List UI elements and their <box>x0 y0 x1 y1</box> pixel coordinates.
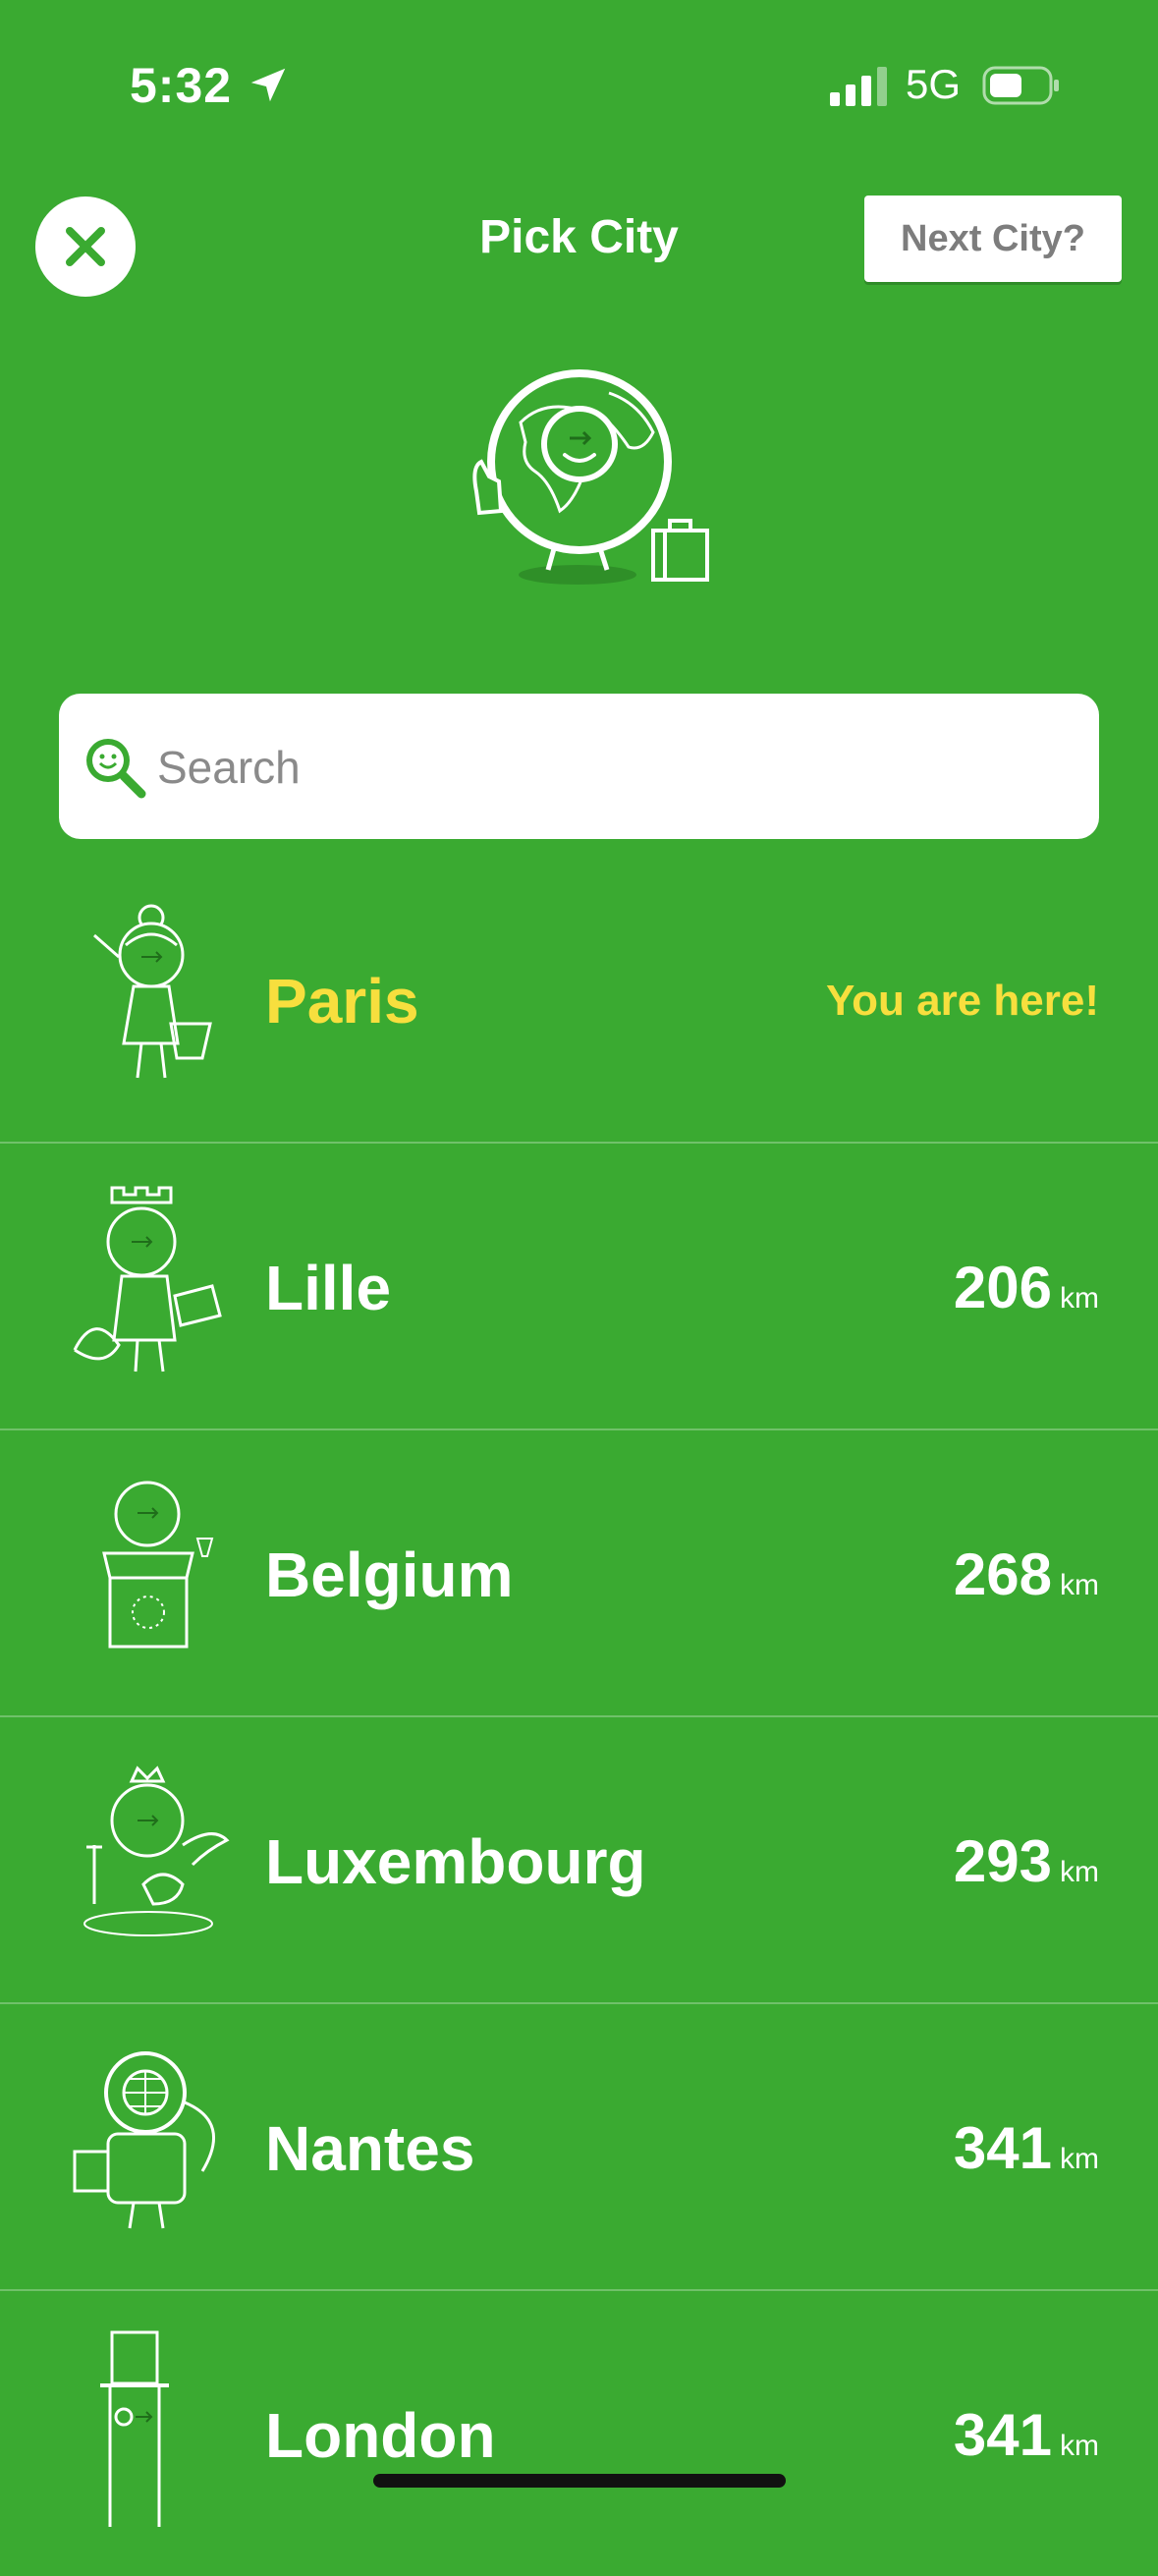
status-bar: 5:32 5G <box>0 0 1158 167</box>
globe-mascot-icon <box>472 369 709 585</box>
distance-value: 293 <box>953 1828 1052 1894</box>
search-input[interactable] <box>155 727 1063 808</box>
city-row-lille[interactable]: Lille 206 km <box>0 1144 1158 1430</box>
nantes-mascot-icon <box>73 2051 216 2229</box>
distance-value: 341 <box>953 2115 1052 2181</box>
paris-mascot-icon <box>93 904 212 1079</box>
network-type: 5G <box>906 61 962 107</box>
location-arrow-icon <box>250 68 286 102</box>
distance-unit: km <box>1060 1569 1099 1601</box>
city-name: Paris <box>265 966 419 1036</box>
london-mascot-icon <box>100 2330 169 2527</box>
city-distance: 341 km <box>954 2401 1099 2469</box>
city-name: Lille <box>265 1253 392 1323</box>
city-distance: 293 km <box>954 1827 1099 1895</box>
city-list: Paris You are here! Lille 206 km Belgium <box>0 857 1158 2576</box>
belgium-mascot-icon <box>102 1481 214 1649</box>
distance-unit: km <box>1060 2143 1099 2175</box>
battery-icon <box>982 66 1059 105</box>
luxembourg-mascot-icon <box>83 1765 230 1936</box>
cellular-signal-icon <box>830 67 887 106</box>
lille-mascot-icon <box>73 1186 222 1372</box>
city-row-nantes[interactable]: Nantes 341 km <box>0 2004 1158 2291</box>
current-location-label: You are here! <box>826 977 1099 1025</box>
city-row-london[interactable]: London 341 km <box>0 2291 1158 2576</box>
distance-unit: km <box>1060 1856 1099 1888</box>
search-icon <box>86 739 146 799</box>
city-name: Belgium <box>265 1540 514 1610</box>
home-indicator[interactable] <box>373 2474 786 2488</box>
next-city-button[interactable]: Next City? <box>864 196 1122 282</box>
status-time: 5:32 <box>130 58 233 113</box>
city-row-belgium[interactable]: Belgium 268 km <box>0 1430 1158 1717</box>
city-distance: 206 km <box>954 1254 1099 1321</box>
city-row-paris[interactable]: Paris You are here! <box>0 857 1158 1144</box>
city-distance: 341 km <box>954 2114 1099 2182</box>
distance-value: 341 <box>953 2402 1052 2468</box>
city-name: Nantes <box>265 2113 475 2184</box>
distance-value: 206 <box>953 1255 1052 1320</box>
distance-value: 268 <box>953 1541 1052 1607</box>
distance-unit: km <box>1060 2430 1099 2462</box>
search-bar[interactable] <box>59 694 1099 839</box>
city-name: London <box>265 2400 496 2471</box>
city-row-luxembourg[interactable]: Luxembourg 293 km <box>0 1717 1158 2004</box>
distance-unit: km <box>1060 1282 1099 1315</box>
city-name: Luxembourg <box>265 1826 646 1897</box>
city-distance: 268 km <box>954 1540 1099 1608</box>
